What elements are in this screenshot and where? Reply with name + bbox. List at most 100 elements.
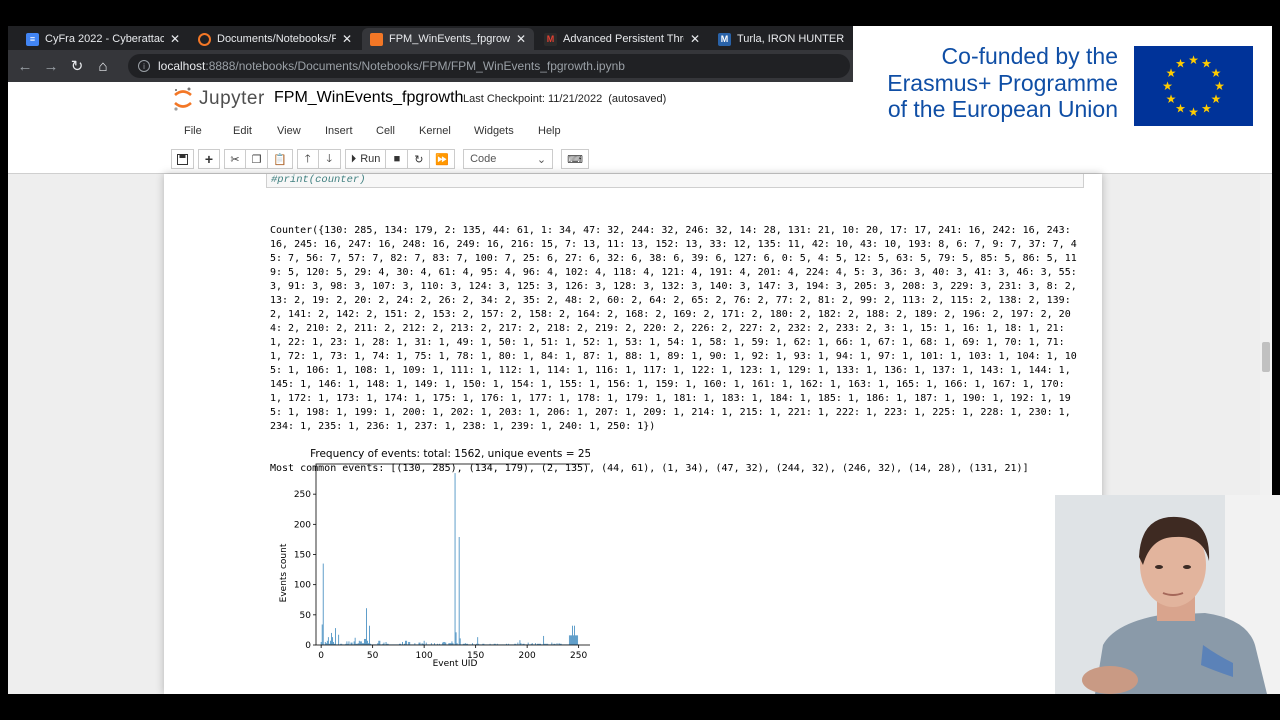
copy-icon[interactable]: ❐ xyxy=(246,149,268,169)
cut-icon[interactable]: ✂ xyxy=(224,149,246,169)
info-icon[interactable]: i xyxy=(138,60,150,72)
axis-ticks: 0 50 100 150 200 250 0 50 100 150 200 250 xyxy=(294,490,588,661)
chart-bar xyxy=(338,634,340,645)
chevron-down-icon: ⌄ xyxy=(536,153,547,166)
move-up-icon[interactable]: 🡑 xyxy=(296,149,319,169)
y-tick-label: 50 xyxy=(300,611,312,621)
chart-bar xyxy=(363,638,365,645)
y-tick-label: 0 xyxy=(305,641,311,651)
counter-output: Counter({130: 285, 134: 179, 2: 135, 44:… xyxy=(270,225,1083,432)
chart-bar xyxy=(477,637,479,645)
eu-star-icon: ★ xyxy=(1175,102,1186,116)
browser-toolbar: ← → ↻ ⌂ i localhost:8888/notebooks/Docum… xyxy=(8,50,853,82)
chart-bar xyxy=(402,641,403,645)
menu-kernel[interactable]: Kernel xyxy=(419,120,451,142)
chart-bar xyxy=(326,640,328,645)
menu-view[interactable]: View xyxy=(277,120,301,142)
chart-bar xyxy=(443,641,445,645)
chart-bar xyxy=(572,625,573,645)
chart-bar xyxy=(385,641,387,645)
checkpoint-label: Last Checkpoint: 11/21/2022 xyxy=(463,93,603,105)
menu-help[interactable]: Help xyxy=(538,120,561,142)
eu-star-icon: ★ xyxy=(1188,105,1199,119)
chart-bar xyxy=(571,635,572,645)
erasmus-banner: Co-funded by the Erasmus+ Programme of t… xyxy=(853,26,1272,146)
browser-tab[interactable]: M Advanced Persistent Threat ✕ xyxy=(536,28,708,50)
checkpoint-status: Last Checkpoint: 11/21/2022 (autosaved) xyxy=(463,93,666,105)
step-forward-icon: ⏵ xyxy=(350,152,357,165)
browser-tab[interactable]: Documents/Notebooks/FP ✕ xyxy=(190,28,360,50)
fast-forward-icon[interactable]: ⏩ xyxy=(430,149,456,169)
browser-tab-active[interactable]: FPM_WinEvents_fpgrowth ✕ xyxy=(362,28,534,50)
chart-bar xyxy=(406,640,408,645)
chart-bar xyxy=(359,641,361,645)
forward-arrow-icon[interactable]: → xyxy=(38,58,64,75)
notebook-toolbar: + ✂ ❐ 📋 🡑 🡓 ⏵ Run ■ ↻ ⏩ Code ⌄ ⌨ xyxy=(171,148,589,170)
close-icon[interactable]: ✕ xyxy=(690,32,700,46)
jupyter-logo[interactable]: Jupyter xyxy=(173,86,265,112)
y-tick-label: 250 xyxy=(294,490,311,500)
move-down-icon[interactable]: 🡓 xyxy=(318,149,341,169)
add-cell-icon[interactable]: + xyxy=(198,149,220,169)
home-icon[interactable]: ⌂ xyxy=(90,58,116,75)
eu-star-icon: ★ xyxy=(1211,66,1222,80)
url-path: :8888/notebooks/Documents/Notebooks/FPM/… xyxy=(205,59,625,73)
y-tick-label: 200 xyxy=(294,520,311,530)
keyboard-icon[interactable]: ⌨ xyxy=(561,149,589,169)
chart-bar xyxy=(333,641,334,645)
chart-bar xyxy=(335,628,336,645)
eu-star-icon: ★ xyxy=(1214,79,1225,93)
chart-bar xyxy=(568,635,570,645)
chart-bar xyxy=(574,625,575,645)
run-button[interactable]: ⏵ Run xyxy=(344,149,387,169)
chart-bar xyxy=(519,640,521,645)
presenter-video-icon xyxy=(1055,495,1280,694)
eu-star-icon: ★ xyxy=(1188,53,1199,67)
chart-bar xyxy=(378,640,380,645)
close-icon[interactable]: ✕ xyxy=(516,32,526,46)
chart-bar xyxy=(353,641,355,645)
chart-bar xyxy=(575,635,576,645)
browser-tab[interactable]: M Turla, IRON HUNTER, Grou xyxy=(710,28,853,50)
gmail-icon: M xyxy=(544,32,557,46)
scrollbar-thumb[interactable] xyxy=(1262,342,1270,372)
chart-bar xyxy=(405,640,407,645)
close-icon[interactable]: ✕ xyxy=(342,32,352,46)
paste-icon[interactable]: 📋 xyxy=(268,149,293,169)
chart-bar xyxy=(408,641,410,645)
restart-icon[interactable]: ↻ xyxy=(408,149,431,169)
cell-type-select[interactable]: Code ⌄ xyxy=(463,149,554,169)
menu-file[interactable]: File xyxy=(184,120,202,142)
reload-icon[interactable]: ↻ xyxy=(64,57,90,75)
tab-title: Advanced Persistent Threat xyxy=(563,33,684,45)
y-axis-label: Events count xyxy=(279,543,289,602)
menu-insert[interactable]: Insert xyxy=(325,120,353,142)
chart-bar xyxy=(327,637,329,645)
chart-bar xyxy=(320,641,322,645)
menu-cell[interactable]: Cell xyxy=(376,120,395,142)
browser-tab[interactable]: ≡ CyFra 2022 - Cyberattack D ✕ xyxy=(18,28,188,50)
close-icon[interactable]: ✕ xyxy=(170,32,180,46)
menu-edit[interactable]: Edit xyxy=(233,120,252,142)
back-arrow-icon[interactable]: ← xyxy=(12,58,38,75)
x-tick-label: 200 xyxy=(519,651,536,661)
eu-flag-icon: ★ ★★★★★★★★★★★ xyxy=(1134,46,1253,126)
banner-line: Erasmus+ Programme xyxy=(887,69,1118,96)
chart-bar xyxy=(358,640,360,645)
frequency-chart: Frequency of events: total: 1562, unique… xyxy=(270,442,598,672)
y-tick-label: 100 xyxy=(294,581,311,591)
chart-bar xyxy=(366,608,367,645)
address-bar[interactable]: i localhost:8888/notebooks/Documents/Not… xyxy=(128,54,850,78)
tab-title: Documents/Notebooks/FP xyxy=(217,33,336,45)
stop-icon[interactable]: ■ xyxy=(386,149,409,169)
bar-series xyxy=(320,473,580,645)
notebook-name[interactable]: FPM_WinEvents_fpgrowth xyxy=(274,89,463,107)
chart-bar xyxy=(409,641,411,645)
save-icon[interactable] xyxy=(171,149,194,169)
chart-bar xyxy=(369,625,370,645)
x-tick-label: 150 xyxy=(467,651,484,661)
chart-bar xyxy=(332,637,333,645)
eu-star-icon: ★ xyxy=(1162,79,1173,93)
menu-widgets[interactable]: Widgets xyxy=(474,120,514,142)
code-cell-input[interactable]: #print(counter) xyxy=(266,174,1084,188)
